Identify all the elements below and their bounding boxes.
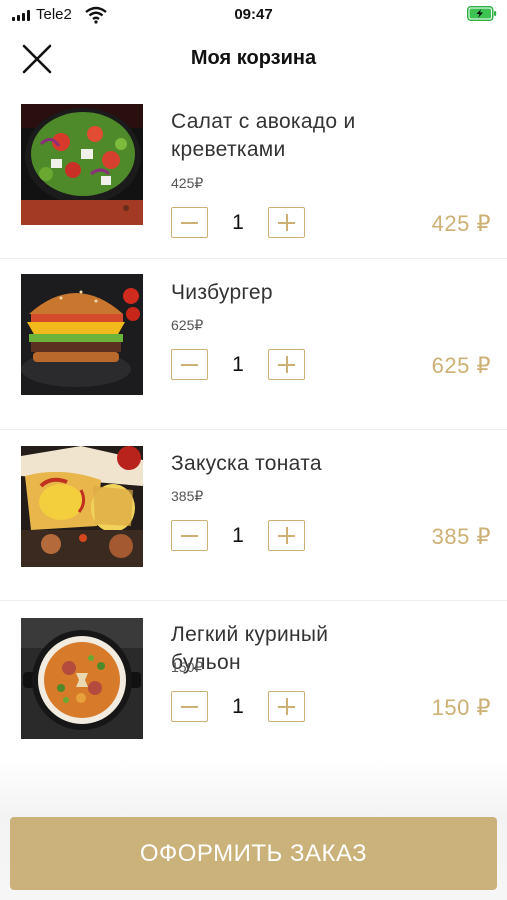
cart-item: Салат с авокадо и креветками 425₽ 1 425 … [0,88,507,259]
item-name: Легкий куриный бульон [171,623,329,674]
increase-quantity-button[interactable] [268,207,305,238]
clock: 09:47 [234,6,273,23]
item-quantity: 1 [232,695,244,718]
item-quantity: 1 [232,524,244,547]
decrease-quantity-button[interactable] [171,691,208,722]
checkout-button[interactable]: ОФОРМИТЬ ЗАКАЗ [10,817,497,890]
item-name: Закуска тоната [171,452,322,475]
cart-list: Салат с авокадо и креветками 425₽ 1 425 … [0,88,507,772]
item-total: 385 ₽ [431,524,491,549]
item-unit-price: 385₽ [171,488,204,504]
cheeseburger-photo [21,274,143,395]
decrease-quantity-button[interactable] [171,207,208,238]
item-name: Салат с авокадо и креветками [171,110,356,161]
item-total: 625 ₽ [431,353,491,378]
item-name: Чизбургер [171,281,273,304]
item-total: 425 ₽ [431,211,491,236]
item-unit-price: 425₽ [171,175,204,191]
salad-photo [21,104,143,225]
page-title: Моя корзина [190,47,317,69]
item-unit-price: 625₽ [171,317,204,333]
header: Моя корзина [0,32,507,84]
cart-item: Чизбургер 625₽ 1 625 ₽ [0,259,507,430]
increase-quantity-button[interactable] [268,520,305,551]
increase-quantity-button[interactable] [268,691,305,722]
status-bar: Tele2 09:47 [0,0,507,32]
decrease-quantity-button[interactable] [171,349,208,380]
decrease-quantity-button[interactable] [171,520,208,551]
item-quantity: 1 [232,211,244,234]
tonata-photo [21,446,143,567]
cart-item: Закуска тоната 385₽ 1 385 ₽ [0,430,507,601]
item-quantity: 1 [232,353,244,376]
increase-quantity-button[interactable] [268,349,305,380]
chicken-soup-photo [21,618,143,739]
battery-charging-icon [467,6,497,21]
item-unit-price: 150₽ [171,659,204,675]
item-total: 150 ₽ [431,695,491,720]
cart-item: Легкий куриный бульон 150₽ 1 150 ₽ [0,601,507,772]
